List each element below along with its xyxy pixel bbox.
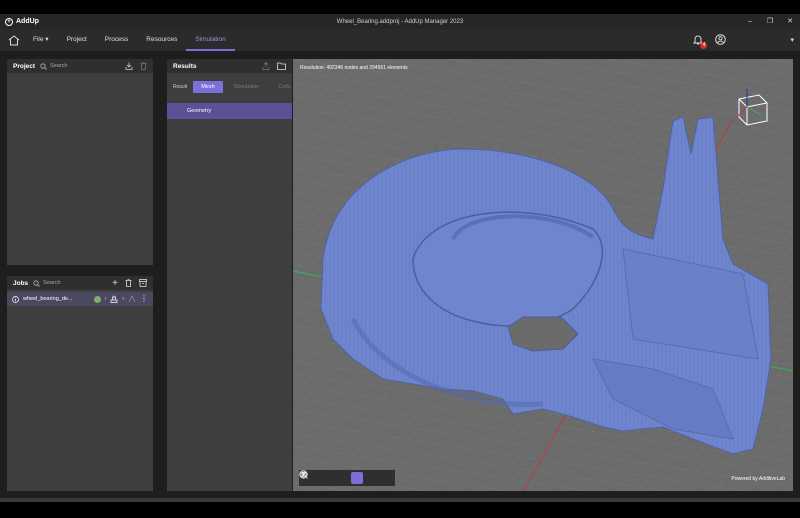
project-search[interactable]: Search [40,62,67,70]
export-icon[interactable] [262,62,270,70]
archive-icon[interactable] [139,279,147,287]
menu-simulation[interactable]: Simulation [186,29,235,51]
menu-resources[interactable]: Resources [137,29,186,51]
minimize-icon[interactable]: – [740,14,760,29]
jobs-search-input[interactable]: Search [43,280,60,286]
job-row[interactable]: wheel_bearing_de... › › ⋮ [7,292,153,306]
menu-file-label: File [33,36,44,43]
window-controls: – ❐ ✕ [740,14,800,29]
menu-file[interactable]: File ▾ [24,29,58,51]
view-mode-button[interactable] [299,471,363,484]
project-panel-title: Project [13,62,36,70]
account-button[interactable] [715,33,727,47]
project-panel-header: Project Search [7,59,153,73]
results-panel: Results Result Mesh Simulation Cells Geo… [167,59,292,491]
notification-badge: 4 [700,41,708,49]
window-title: Wheel_Bearing.addproj - AddUp Manager 20… [336,18,464,25]
home-icon [8,34,20,45]
jobs-panel-title: Jobs [13,279,29,287]
result-label: Result [173,84,188,90]
3d-viewport[interactable]: Resolution: 492346 nodes and 294561 elem… [293,59,793,491]
resolution-info: Resolution: 492346 nodes and 294561 elem… [300,65,408,71]
zoom-in-button[interactable] [299,470,331,484]
search-icon [33,279,41,287]
workspace: Project Search Jobs Search + wheel_beari… [0,51,800,498]
menu-bar: File ▾ Project Process Resources Simulat… [0,29,800,51]
import-icon[interactable] [125,62,133,70]
render-settings-button[interactable] [299,470,379,484]
app-logo-text: AddUp [16,18,39,25]
viewport-canvas[interactable] [293,59,793,491]
trash-icon[interactable] [125,279,132,287]
tab-mesh[interactable]: Mesh [193,81,223,93]
home-button[interactable] [4,34,24,46]
job-name: wheel_bearing_de... [23,296,73,302]
jobs-search[interactable]: Search [33,279,61,287]
results-panel-header: Results [167,59,292,73]
chevron-right-icon: › [104,296,107,302]
jobs-panel: Jobs Search + wheel_bearing_de... › › ⋮ [7,276,153,491]
result-type-tabs: Result Mesh Simulation Cells [167,73,292,97]
jobs-panel-header: Jobs Search + [7,276,153,290]
tab-simulation[interactable]: Simulation [226,81,268,93]
results-panel-title: Results [173,62,197,70]
caret-down-icon: ▾ [790,37,794,44]
powered-by-text: Powered by AdditiveLab [731,476,785,482]
job-status-icon [93,295,101,303]
zoom-fit-button[interactable] [299,470,347,484]
viewport-toolbar [299,470,395,486]
app-logo: + AddUp [0,17,39,26]
more-options-icon[interactable]: ⋮ [140,295,148,303]
search-icon [40,62,47,70]
menu-project[interactable]: Project [58,29,96,51]
chevron-down-icon: ▾ [45,36,49,43]
status-bar [0,498,800,502]
user-icon [715,33,727,45]
result-item-geometry[interactable]: Geometry [167,103,292,119]
add-job-icon[interactable]: + [112,278,118,289]
project-search-input[interactable]: Search [50,63,67,69]
palette-icon [299,470,308,479]
simulation-icon[interactable] [128,295,136,303]
restore-icon[interactable]: ❐ [760,14,780,29]
title-bar: + AddUp Wheel_Bearing.addproj - AddUp Ma… [0,14,800,29]
project-panel: Project Search [7,59,153,265]
folder-icon[interactable] [277,62,286,70]
menu-process[interactable]: Process [96,29,137,51]
addup-logo-icon: + [5,17,13,26]
info-icon[interactable] [12,295,19,303]
close-icon[interactable]: ✕ [780,14,800,29]
print-icon[interactable] [110,295,118,303]
menu-dropdown-button[interactable]: ▾ [790,36,794,44]
chevron-right-icon: › [122,296,124,302]
trash-icon[interactable] [140,62,147,70]
notifications-button[interactable]: 4 [693,34,708,49]
